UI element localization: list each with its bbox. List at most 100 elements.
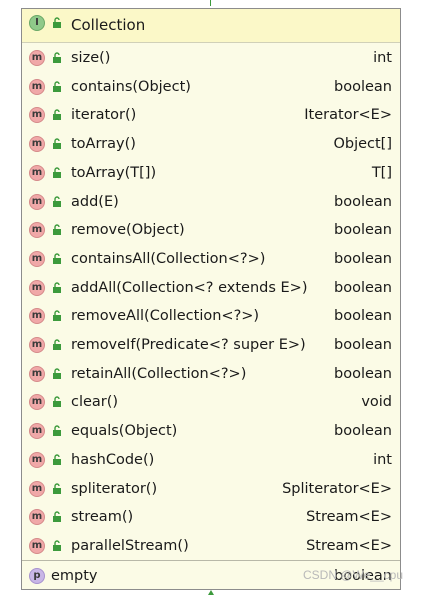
method-return-type: boolean <box>334 423 392 440</box>
method-name: toArray(T[]) <box>71 164 157 181</box>
method-name: retainAll(Collection<?>) <box>71 365 247 382</box>
method-icon: m <box>29 537 45 554</box>
method-name: equals(Object) <box>71 423 178 440</box>
interface-icon: I <box>29 15 45 31</box>
method-name: add(E) <box>71 193 119 210</box>
method-return-type: boolean <box>334 279 392 296</box>
method-icon: m <box>29 509 45 526</box>
method-icon: m <box>29 365 45 382</box>
method-name: toArray() <box>71 136 136 153</box>
connector-line <box>210 0 211 6</box>
method-icon: m <box>29 394 45 411</box>
method-row[interactable]: m equals(Object) boolean <box>22 417 400 446</box>
method-icon: m <box>29 222 45 239</box>
public-lock-icon <box>53 167 61 178</box>
public-lock-icon <box>53 511 61 523</box>
section-divider <box>22 560 400 561</box>
uml-class-panel: I Collection m size() int m contains(Object)… <box>21 8 401 590</box>
public-lock-icon <box>53 454 61 465</box>
method-name: size() <box>71 50 111 66</box>
method-row[interactable]: m iterator() Iterator<E> <box>22 101 400 130</box>
method-row[interactable]: m size() int <box>22 44 400 73</box>
method-return-type: boolean <box>334 250 392 267</box>
method-name: remove(Object) <box>71 222 185 239</box>
public-lock-icon <box>53 482 61 494</box>
method-name: stream() <box>71 509 134 526</box>
method-icon: m <box>29 164 45 181</box>
method-return-type: T[] <box>371 164 392 181</box>
method-icon: m <box>29 78 45 95</box>
method-return-type: boolean <box>334 222 392 239</box>
method-name: parallelStream() <box>71 537 189 554</box>
method-icon: m <box>29 337 45 353</box>
method-name: spliterator() <box>71 480 158 497</box>
property-icon: p <box>29 568 45 584</box>
method-return-type: boolean <box>334 78 392 95</box>
method-row[interactable]: m toArray(T[]) T[] <box>22 159 400 188</box>
public-lock-icon <box>53 310 61 322</box>
method-return-type: Object[] <box>333 136 392 153</box>
class-header[interactable]: I Collection <box>22 9 400 43</box>
method-return-type: Iterator<E> <box>304 107 392 124</box>
method-return-type: Stream<E> <box>306 537 392 554</box>
method-row[interactable]: m containsAll(Collection<?>) boolean <box>22 245 400 274</box>
public-lock-icon <box>53 17 61 28</box>
method-row[interactable]: m stream() Stream<E> <box>22 503 400 532</box>
method-name: clear() <box>71 394 119 411</box>
method-icon: m <box>29 423 45 440</box>
public-lock-icon <box>53 339 61 350</box>
method-name: addAll(Collection<? extends E>) <box>71 279 308 296</box>
watermark: CSDN @We__cpu <box>303 568 403 582</box>
method-row[interactable]: m removeIf(Predicate<? super E>) boolean <box>22 331 400 360</box>
method-return-type: boolean <box>334 308 392 325</box>
method-icon: m <box>29 136 45 153</box>
method-return-type: boolean <box>334 365 392 382</box>
method-return-type: Spliterator<E> <box>282 480 392 497</box>
method-row[interactable]: m add(E) boolean <box>22 188 400 217</box>
method-icon: m <box>29 107 45 124</box>
public-lock-icon <box>53 281 61 293</box>
class-title: Collection <box>71 16 146 34</box>
method-return-type: Stream<E> <box>306 509 392 526</box>
method-row[interactable]: m hashCode() int <box>22 446 400 475</box>
method-row[interactable]: m toArray() Object[] <box>22 130 400 159</box>
method-icon: m <box>29 451 45 468</box>
method-row[interactable]: m clear() void <box>22 388 400 417</box>
method-name: removeAll(Collection<?>) <box>71 308 260 325</box>
public-lock-icon <box>53 425 61 437</box>
method-icon: m <box>29 50 45 66</box>
method-row[interactable]: m remove(Object) boolean <box>22 216 400 245</box>
public-lock-icon <box>53 195 61 207</box>
public-lock-icon <box>53 540 61 551</box>
public-lock-icon <box>53 368 61 379</box>
method-name: containsAll(Collection<?>) <box>71 250 266 267</box>
public-lock-icon <box>53 52 61 63</box>
method-icon: m <box>29 279 45 296</box>
method-name: contains(Object) <box>71 78 191 95</box>
public-lock-icon <box>53 109 61 121</box>
method-name: removeIf(Predicate<? super E>) <box>71 337 306 353</box>
public-lock-icon <box>53 253 61 264</box>
method-return-type: int <box>373 451 392 468</box>
property-name: empty <box>51 568 98 584</box>
method-return-type: boolean <box>334 337 392 353</box>
method-row[interactable]: m spliterator() Spliterator<E> <box>22 475 400 504</box>
method-row[interactable]: m parallelStream() Stream<E> <box>22 532 400 561</box>
method-row[interactable]: m addAll(Collection<? extends E>) boolean <box>22 274 400 303</box>
method-row[interactable]: m removeAll(Collection<?>) boolean <box>22 302 400 331</box>
public-lock-icon <box>53 81 61 92</box>
method-return-type: boolean <box>334 193 392 210</box>
method-row[interactable]: m retainAll(Collection<?>) boolean <box>22 360 400 389</box>
connector-arrow <box>208 590 214 595</box>
public-lock-icon <box>53 138 61 150</box>
method-icon: m <box>29 193 45 210</box>
method-return-type: void <box>361 394 392 411</box>
public-lock-icon <box>53 224 61 236</box>
method-icon: m <box>29 250 45 267</box>
method-return-type: int <box>373 50 392 66</box>
public-lock-icon <box>53 396 61 408</box>
method-row[interactable]: m contains(Object) boolean <box>22 73 400 102</box>
method-icon: m <box>29 480 45 497</box>
method-icon: m <box>29 308 45 325</box>
method-name: iterator() <box>71 107 137 124</box>
